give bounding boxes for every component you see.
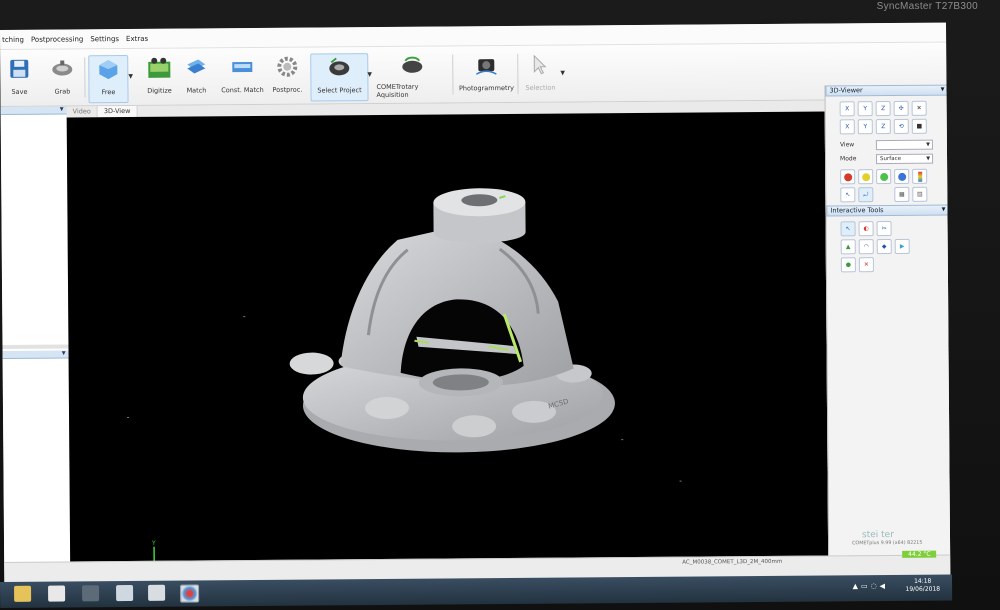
- photogrammetry-button[interactable]: Photogrammetry: [458, 52, 514, 98]
- comet-rotary-button[interactable]: COMETrotary Aquisition: [376, 52, 448, 99]
- ribbon-toolbar: Save Grab Free ▼ Digitize Match Const. M…: [0, 42, 947, 107]
- close-icon[interactable]: ✕: [911, 100, 927, 116]
- steinbichler-logo: stei ter: [861, 529, 894, 541]
- camera-grab-icon: [49, 55, 75, 81]
- view-z-positive-button[interactable]: Z: [875, 101, 891, 117]
- tab-3d-view[interactable]: 3D-View: [97, 105, 138, 118]
- rotary-table-icon: [399, 53, 425, 77]
- monitor-brand: SyncMaster T27B300: [876, 1, 978, 12]
- save-button[interactable]: Save: [4, 56, 34, 102]
- color-yellow-button[interactable]: [858, 169, 874, 185]
- temperature-badge: 44.2 °C: [902, 550, 937, 558]
- version-text: COMETplus 9.99 (x64) 82215: [852, 540, 923, 547]
- svg-text:Y: Y: [151, 540, 156, 547]
- mode-select[interactable]: Surface ▼: [876, 153, 934, 165]
- noise-point: [679, 480, 682, 482]
- select-tool-icon[interactable]: ↖: [840, 221, 856, 237]
- view-x-positive-button[interactable]: X: [839, 101, 855, 117]
- view-y-negative-button[interactable]: Y: [857, 119, 873, 135]
- gear-icon: [274, 54, 300, 80]
- settings-app-icon[interactable]: [148, 584, 166, 601]
- ribbon-separator: [517, 53, 519, 94]
- 3d-viewer-header: 3D-Viewer ▼: [825, 84, 949, 97]
- left-panel-header: ▼: [0, 106, 67, 115]
- lasso-icon[interactable]: ◐: [858, 221, 874, 237]
- free-button[interactable]: Free: [88, 54, 129, 104]
- menu-postprocessing[interactable]: Postprocessing: [31, 35, 83, 43]
- layers-icon[interactable]: ▤: [912, 186, 928, 202]
- cube-free-icon: [95, 56, 121, 82]
- menu-settings[interactable]: Settings: [90, 35, 119, 43]
- view-label: View: [839, 141, 855, 149]
- menu-extras[interactable]: Extras: [126, 34, 148, 42]
- move-up-icon[interactable]: ▲: [840, 239, 856, 255]
- left-panel-divider[interactable]: [2, 344, 69, 349]
- system-tray-icons[interactable]: ▲▭◌◀: [853, 582, 889, 590]
- digitize-button[interactable]: Digitize: [142, 55, 176, 101]
- right-panel: 3D-Viewer ▼ X Y Z ✣ ✕ X Y Z ⟲ ■ View ▼ Mo…: [824, 84, 951, 577]
- selection-button[interactable]: Selection: [522, 52, 558, 98]
- color-red-button[interactable]: [840, 169, 856, 185]
- const-match-button[interactable]: Const. Match: [220, 54, 264, 100]
- noise-point: [127, 416, 130, 419]
- view-z-negative-button[interactable]: Z: [875, 119, 891, 135]
- left-panel: ▼ ▼: [0, 106, 72, 583]
- floppy-disk-icon[interactable]: ■: [911, 118, 927, 134]
- app-window: tching Postprocessing Settings Extras Sa…: [0, 22, 951, 583]
- system-clock[interactable]: 14:18 19/06/2018: [905, 578, 940, 594]
- comet-app-icon[interactable]: [180, 584, 200, 603]
- ribbon-separator: [84, 57, 86, 98]
- grab-button[interactable]: Grab: [46, 55, 78, 101]
- scanned-part-model: MCSD: [289, 188, 615, 453]
- interactive-tools-header: Interactive Tools ▼: [826, 204, 950, 217]
- cancel-icon[interactable]: ✕: [858, 257, 874, 273]
- cursor-arrow-icon: [527, 52, 553, 78]
- tab-video[interactable]: Video: [66, 106, 98, 118]
- noise-point: [243, 316, 246, 318]
- left-panel-header-2: ▼: [2, 350, 69, 359]
- color-blue-button[interactable]: [894, 168, 910, 184]
- postproc-button[interactable]: Postproc.: [270, 54, 304, 100]
- photogrammetry-camera-icon: [473, 52, 499, 78]
- color-green-button[interactable]: [876, 169, 892, 185]
- match-button[interactable]: Match: [180, 54, 212, 100]
- file-explorer-icon[interactable]: [14, 585, 32, 602]
- selection-dropdown-icon[interactable]: ▼: [560, 70, 565, 77]
- mode-label: Mode: [840, 155, 857, 163]
- rotate-icon[interactable]: ⤾: [858, 187, 874, 203]
- plane-icon[interactable]: ◆: [876, 239, 892, 255]
- curve-icon[interactable]: ◠: [858, 239, 874, 255]
- pointer-icon[interactable]: ↖: [840, 187, 856, 203]
- menu-matching[interactable]: tching: [2, 35, 24, 43]
- cut-plane-icon[interactable]: ✂: [876, 221, 892, 237]
- const-match-icon: [229, 54, 255, 80]
- project-disc-icon: [326, 54, 352, 80]
- select-project-button[interactable]: Select Project: [310, 53, 369, 102]
- color-scale-icon[interactable]: [912, 168, 928, 184]
- digitize-icon: [146, 55, 172, 81]
- folder-icon[interactable]: [116, 584, 134, 602]
- view-select[interactable]: ▼: [875, 139, 933, 151]
- grid-icon[interactable]: ▦: [894, 186, 910, 202]
- confirm-icon[interactable]: ●: [840, 257, 856, 273]
- floppy-disk-icon: [6, 56, 32, 82]
- play-icon[interactable]: ▶: [894, 238, 910, 254]
- loaded-file-name: AC_M0038_COMET_L3D_2M_400mm: [682, 558, 783, 566]
- match-icon: [183, 54, 209, 80]
- ribbon-separator: [452, 54, 454, 95]
- 3d-viewport[interactable]: MCSD Y X Z: [66, 111, 829, 582]
- reset-view-icon[interactable]: ⟲: [893, 118, 909, 134]
- free-dropdown-icon[interactable]: ▼: [128, 73, 133, 80]
- molecule-icon[interactable]: ✣: [893, 100, 909, 116]
- noise-point: [621, 439, 624, 441]
- view-x-negative-button[interactable]: X: [839, 119, 855, 135]
- select-project-dropdown-icon[interactable]: ▼: [367, 71, 372, 78]
- app-icon[interactable]: [82, 585, 100, 602]
- media-player-icon[interactable]: [48, 585, 66, 602]
- view-y-positive-button[interactable]: Y: [857, 101, 873, 117]
